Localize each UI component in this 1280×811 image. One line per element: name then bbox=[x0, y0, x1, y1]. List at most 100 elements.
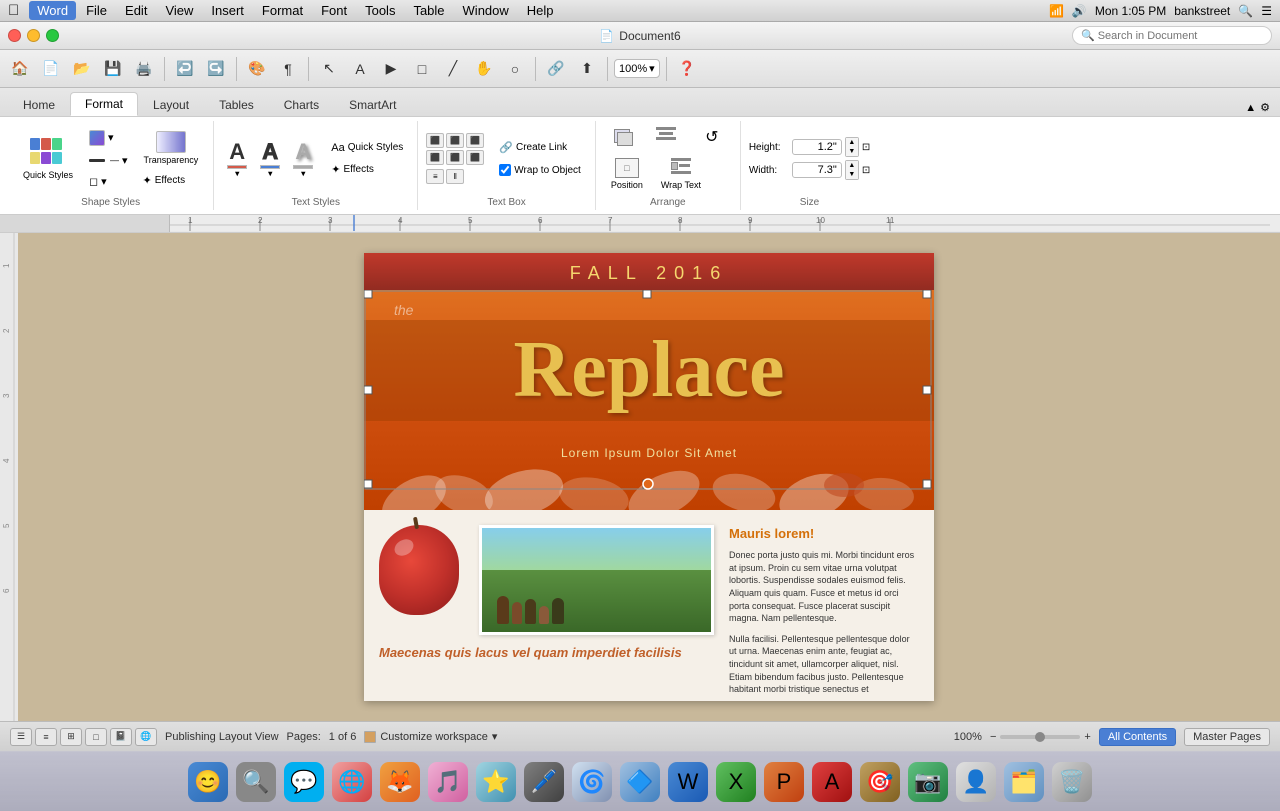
dock-acrobat[interactable]: A bbox=[810, 760, 854, 804]
zoom-slider-thumb[interactable] bbox=[1035, 732, 1045, 742]
text-tool[interactable]: A bbox=[346, 55, 374, 83]
open-btn[interactable]: 📂 bbox=[68, 55, 96, 83]
shape-rect-btn[interactable]: □ bbox=[408, 55, 436, 83]
dock-skype[interactable]: 💬 bbox=[282, 760, 326, 804]
lock-aspect-icon[interactable]: ⊡ bbox=[862, 142, 870, 153]
align-top-center[interactable]: ⬛ bbox=[446, 133, 464, 148]
dock-facetime[interactable]: 📷 bbox=[906, 760, 950, 804]
effects-shape-btn[interactable]: ✦ Effects bbox=[137, 171, 206, 190]
shadow-btn[interactable]: ◻ ▾ bbox=[83, 172, 134, 191]
menu-window[interactable]: Window bbox=[455, 1, 517, 20]
text-outline-dropdown[interactable]: ▾ bbox=[268, 169, 272, 178]
line-btn[interactable]: ╱ bbox=[439, 55, 467, 83]
align-mid-left[interactable]: ⬛ bbox=[426, 150, 444, 165]
circle-btn[interactable]: ○ bbox=[501, 55, 529, 83]
fill-color-btn[interactable]: ▾ bbox=[83, 127, 134, 149]
align-top-right[interactable]: ⬛ bbox=[466, 133, 484, 148]
lock-proportional-icon[interactable]: ⊡ bbox=[862, 165, 870, 176]
tab-smartart[interactable]: SmartArt bbox=[334, 92, 411, 116]
create-link-btn[interactable]: 🔗 Create Link bbox=[493, 138, 587, 157]
text-effects-btn[interactable]: ✦ Effects bbox=[325, 160, 409, 179]
arrange-order-btn[interactable] bbox=[604, 123, 644, 151]
width-input[interactable] bbox=[792, 162, 842, 178]
align-top-left[interactable]: ⬛ bbox=[426, 133, 444, 148]
new-doc-btn[interactable]: 📄 bbox=[37, 55, 65, 83]
redo-btn[interactable]: ↪️ bbox=[202, 55, 230, 83]
dock-notefile[interactable]: ⭐ bbox=[474, 760, 518, 804]
menu-edit[interactable]: Edit bbox=[117, 1, 155, 20]
tab-home[interactable]: Home bbox=[8, 92, 70, 116]
dock-browser1[interactable]: 🌐 bbox=[330, 760, 374, 804]
dock-powerpoint[interactable]: P bbox=[762, 760, 806, 804]
share-btn[interactable]: ⬆ bbox=[573, 55, 601, 83]
menu-view[interactable]: View bbox=[157, 1, 201, 20]
zoom-slider[interactable]: − + bbox=[990, 731, 1091, 743]
paint-btn[interactable]: 🎨 bbox=[243, 55, 271, 83]
align-distribute-btn[interactable] bbox=[648, 123, 688, 151]
ribbon-collapse-btn[interactable]: ▲ bbox=[1245, 102, 1256, 114]
tab-format[interactable]: Format bbox=[70, 92, 138, 116]
home-btn[interactable]: 🏠 bbox=[6, 55, 34, 83]
wrap-to-object-btn[interactable]: Wrap to Object bbox=[493, 161, 587, 179]
width-up[interactable]: ▲ bbox=[846, 161, 858, 170]
dock-trash[interactable]: 🗑️ bbox=[1050, 760, 1094, 804]
arrow-tool[interactable]: ↖ bbox=[315, 55, 343, 83]
zoom-in-icon[interactable]: + bbox=[1084, 731, 1090, 743]
width-stepper[interactable]: ▲ ▼ bbox=[845, 160, 859, 180]
line-color-btn[interactable]: — ▾ bbox=[83, 151, 134, 170]
customize-workspace-btn[interactable]: Customize workspace ▾ bbox=[364, 730, 497, 743]
menu-font[interactable]: Font bbox=[313, 1, 355, 20]
position-btn[interactable]: □ Position bbox=[604, 154, 650, 194]
height-input[interactable] bbox=[792, 139, 842, 155]
menu-tools[interactable]: Tools bbox=[357, 1, 403, 20]
dock-app2[interactable]: 🌀 bbox=[570, 760, 614, 804]
close-button[interactable] bbox=[8, 29, 21, 42]
zoom-dropdown-icon[interactable]: ▾ bbox=[649, 62, 655, 75]
quick-styles-btn[interactable]: Quick Styles bbox=[16, 134, 80, 184]
customize-dropdown-icon[interactable]: ▾ bbox=[492, 730, 498, 743]
dock-excel[interactable]: X bbox=[714, 760, 758, 804]
dock-word[interactable]: W bbox=[666, 760, 710, 804]
help-btn[interactable]: ❓ bbox=[673, 55, 701, 83]
rotate-flip-btn[interactable]: ↺ bbox=[692, 123, 732, 151]
master-pages-btn[interactable]: Master Pages bbox=[1184, 728, 1270, 746]
align-mid-center[interactable]: ⬛ bbox=[446, 150, 464, 165]
dock-app4[interactable]: 🎯 bbox=[858, 760, 902, 804]
all-contents-btn[interactable]: All Contents bbox=[1099, 728, 1176, 746]
height-down[interactable]: ▼ bbox=[846, 147, 858, 156]
column-btn1[interactable]: ≡ bbox=[426, 169, 444, 184]
ribbon-settings-btn[interactable]: ⚙ bbox=[1260, 101, 1270, 114]
view-btn-notebook[interactable]: 📓 bbox=[110, 728, 132, 746]
shadow-dropdown[interactable]: ▾ bbox=[101, 175, 107, 188]
wrap-checkbox[interactable] bbox=[499, 164, 511, 176]
text-quick-styles-btn[interactable]: Aa Quick Styles bbox=[325, 139, 409, 157]
dock-finder[interactable]: 😊 bbox=[186, 760, 230, 804]
text-outline-btn[interactable]: A ▾ bbox=[255, 136, 285, 181]
dock-spotlight[interactable]: 🔍 bbox=[234, 760, 278, 804]
dock-itunes[interactable]: 🎵 bbox=[426, 760, 470, 804]
dock-app3[interactable]: 🔷 bbox=[618, 760, 662, 804]
link-btn[interactable]: 🔗 bbox=[542, 55, 570, 83]
menu-insert[interactable]: Insert bbox=[203, 1, 252, 20]
fill-dropdown[interactable]: ▾ bbox=[108, 131, 114, 144]
dock-contacts[interactable]: 👤 bbox=[954, 760, 998, 804]
height-stepper[interactable]: ▲ ▼ bbox=[845, 137, 859, 157]
text-shadow-btn[interactable]: A ▾ bbox=[288, 136, 318, 181]
zoom-slider-track[interactable] bbox=[1000, 735, 1080, 739]
text-fill-dropdown[interactable]: ▾ bbox=[235, 169, 239, 178]
menu-table[interactable]: Table bbox=[405, 1, 452, 20]
search-in-document-input[interactable] bbox=[1098, 30, 1263, 42]
view-btn-bullets[interactable]: ≡ bbox=[35, 728, 57, 746]
tab-tables[interactable]: Tables bbox=[204, 92, 269, 116]
maximize-button[interactable] bbox=[46, 29, 59, 42]
align-mid-right[interactable]: ⬛ bbox=[466, 150, 484, 165]
wrap-text-btn[interactable]: Wrap Text bbox=[654, 154, 708, 194]
search-in-document-box[interactable]: 🔍 bbox=[1072, 26, 1272, 45]
view-btn-list[interactable]: ☰ bbox=[10, 728, 32, 746]
dock-firefox[interactable]: 🦊 bbox=[378, 760, 422, 804]
search-menubar-icon[interactable]: 🔍 bbox=[1238, 4, 1253, 18]
undo-btn[interactable]: ↩️ bbox=[171, 55, 199, 83]
tab-layout[interactable]: Layout bbox=[138, 92, 204, 116]
width-down[interactable]: ▼ bbox=[846, 170, 858, 179]
transparency-btn[interactable]: Transparency bbox=[137, 127, 206, 169]
